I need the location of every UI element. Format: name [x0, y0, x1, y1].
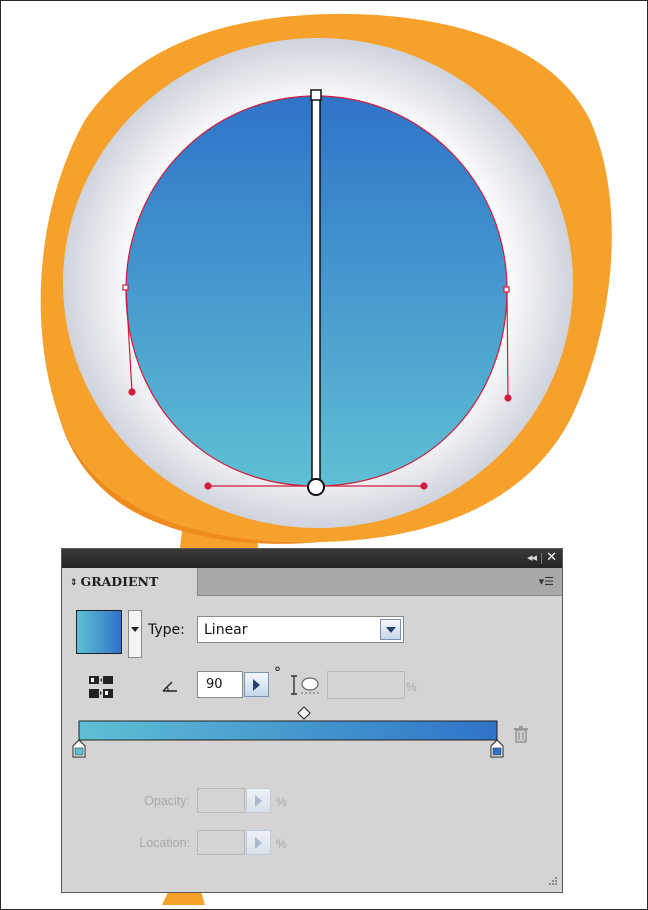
opacity-menu-button [246, 788, 271, 813]
annotator-end-square[interactable] [310, 89, 322, 101]
angle-icon [162, 681, 177, 692]
type-select-value: Linear [204, 622, 248, 638]
tab-gradient[interactable]: ⇕ GRADIENT [62, 568, 198, 596]
opacity-input [197, 788, 245, 813]
close-icon[interactable]: ✕ [546, 550, 557, 565]
gradient-slider[interactable] [62, 699, 564, 769]
type-label: Type: [148, 622, 185, 638]
chevron-right-icon [255, 795, 262, 807]
gradient-panel: ◂◂ ✕ ⇕ GRADIENT ▾☰ Type: Linear 90 ° % O… [61, 548, 563, 893]
annotator-origin-circle[interactable] [307, 478, 325, 496]
chevron-right-icon [253, 679, 260, 691]
chevron-down-icon [131, 627, 139, 632]
angle-value: 90 [206, 677, 223, 692]
angle-input[interactable]: 90 [197, 671, 243, 698]
title-bar-divider [541, 553, 542, 564]
tab-gradient-label: GRADIENT [80, 574, 159, 589]
tab-options-arrows-icon: ⇕ [70, 578, 78, 588]
type-dropdown-button[interactable] [380, 619, 401, 640]
panel-menu-icon[interactable]: ▾☰ [539, 575, 554, 588]
delete-stop-icon[interactable] [514, 726, 528, 743]
color-stop-start[interactable] [72, 739, 86, 758]
location-input [197, 830, 245, 855]
resize-grip-icon[interactable] [546, 876, 558, 888]
gradient-swatch[interactable] [76, 610, 122, 654]
panel-title-bar: ◂◂ ✕ [62, 549, 562, 568]
panel-tab-strip: ⇕ GRADIENT ▾☰ [62, 568, 562, 596]
midpoint-diamond[interactable] [297, 706, 311, 720]
collapse-icon[interactable]: ◂◂ [527, 551, 537, 564]
opacity-label: Opacity: [144, 794, 190, 808]
degree-sign: ° [274, 665, 281, 681]
angle-menu-button[interactable] [244, 672, 269, 697]
aspect-unit: % [406, 680, 417, 694]
aspect-ratio-icon [291, 675, 319, 695]
chevron-right-icon [255, 837, 262, 849]
location-menu-button [246, 830, 271, 855]
aspect-ratio-input [327, 671, 405, 699]
location-label: Location: [139, 836, 190, 850]
type-select[interactable]: Linear [197, 616, 404, 643]
reverse-gradient-icon[interactable] [87, 674, 115, 700]
color-stop-end[interactable] [490, 739, 504, 758]
location-unit: % [276, 837, 287, 851]
gradient-ramp[interactable] [78, 720, 498, 741]
opacity-unit: % [276, 795, 287, 809]
swatch-dropdown-button[interactable] [128, 610, 142, 658]
chevron-down-icon [386, 627, 396, 633]
